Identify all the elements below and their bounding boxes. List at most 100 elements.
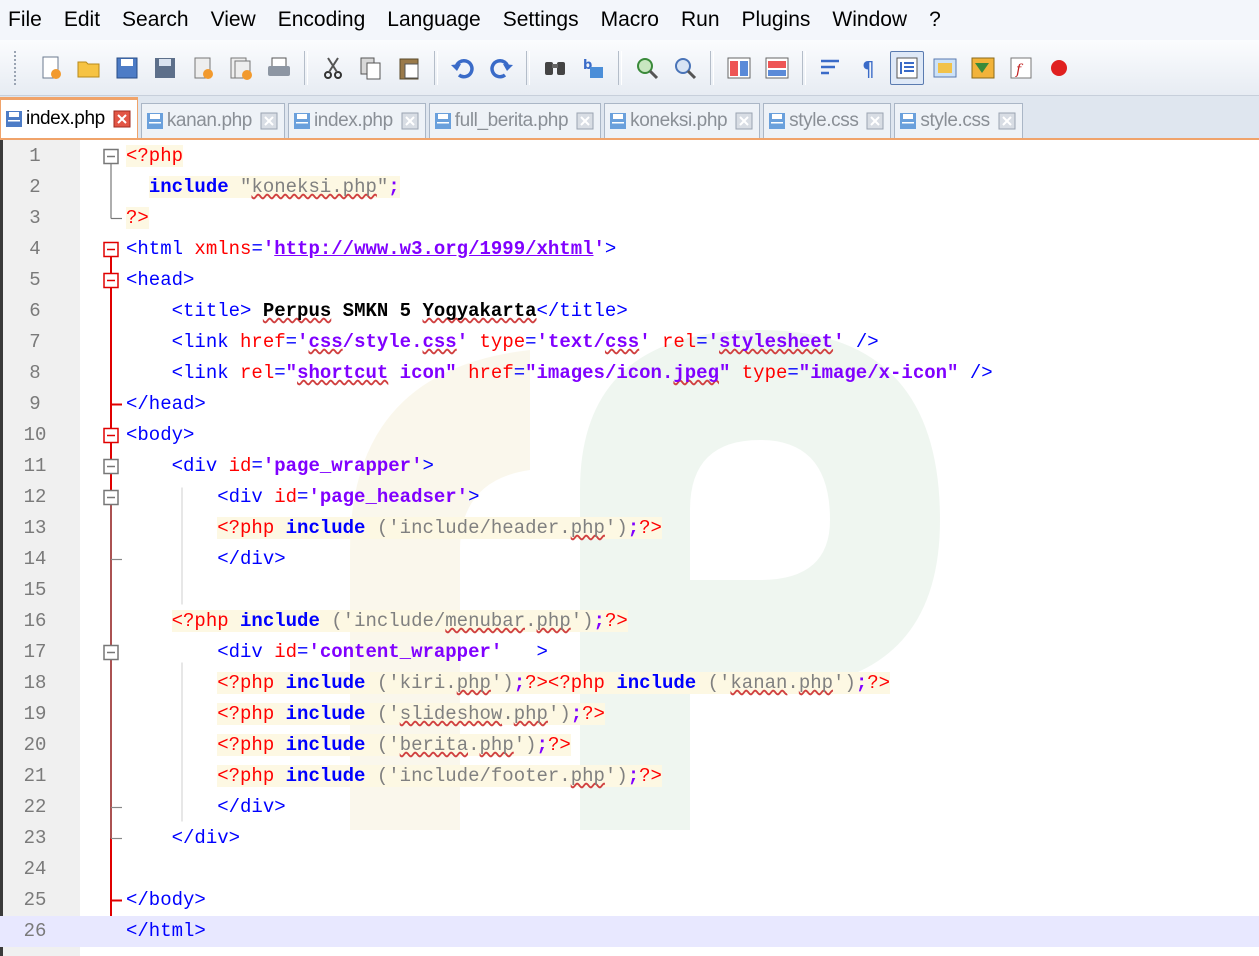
code-line[interactable]: 16 <?php include ('include/menubar.php')… (0, 606, 1259, 637)
undo-button[interactable] (446, 51, 480, 85)
tab-full-berita-php[interactable]: full_berita.php (428, 103, 602, 138)
zoom-out-button[interactable] (668, 51, 702, 85)
tab-kanan-php[interactable]: kanan.php (140, 103, 285, 138)
zoom-in-button[interactable] (630, 51, 664, 85)
code-line[interactable]: 3 ?> (0, 203, 1259, 234)
new-button[interactable] (34, 51, 68, 85)
save-all-button[interactable] (148, 51, 182, 85)
code-token: "image/x-icon" (798, 362, 959, 384)
code-line[interactable]: 4 <html xmlns='http://www.w3.org/1999/xht… (0, 234, 1259, 265)
code-text: <div id='page_wrapper'> (126, 451, 434, 482)
code-line[interactable]: 9 </head> (0, 389, 1259, 420)
menu-file[interactable]: File (0, 0, 54, 40)
save-button[interactable] (110, 51, 144, 85)
menu-run[interactable]: Run (671, 0, 732, 40)
close-tab-icon[interactable] (998, 112, 1016, 130)
close-tab-icon[interactable] (401, 112, 419, 130)
cut-button[interactable] (316, 51, 350, 85)
code-line[interactable]: 7 <link href='css/style.css' type='text/… (0, 327, 1259, 358)
close-tab-icon[interactable] (113, 110, 131, 128)
code-line[interactable]: 2 include "koneksi.php"; (0, 172, 1259, 203)
tab-index-php[interactable]: index.php (0, 97, 138, 138)
menu-window[interactable]: Window (822, 0, 919, 40)
tab-index-php[interactable]: index.php (287, 103, 426, 138)
code-line[interactable]: 1 <?php (0, 141, 1259, 172)
code-line[interactable]: 12 <div id='page_headser'> (0, 482, 1259, 513)
code-token: ' (639, 331, 651, 353)
code-line[interactable]: 22 </div> (0, 792, 1259, 823)
tab-label: style.css (920, 110, 990, 131)
word-wrap-button[interactable] (814, 51, 848, 85)
paste-button[interactable] (392, 51, 426, 85)
define-language-button[interactable] (928, 51, 962, 85)
toolbar-separator (434, 50, 438, 85)
copy-button[interactable] (354, 51, 388, 85)
code-line[interactable]: 15 (0, 575, 1259, 606)
line-number: 10 (23, 424, 47, 446)
document-map-button[interactable] (966, 51, 1000, 85)
code-text: <?php include ('berita.php');?> (126, 730, 571, 761)
code-line[interactable]: 18 <?php include ('kiri.php');?><?php in… (0, 668, 1259, 699)
tab-style-css[interactable]: style.css (763, 103, 892, 138)
close-tab-icon[interactable] (866, 112, 884, 130)
menu-search[interactable]: Search (112, 0, 201, 40)
find-button[interactable] (538, 51, 572, 85)
code-token: <html (126, 238, 195, 260)
code-line[interactable]: 13 <?php include ('include/header.php');… (0, 513, 1259, 544)
code-editor[interactable]: 1 <?php 2 include "koneksi.php"; 3 ?> 4 <html … (0, 140, 1259, 956)
function-list-button[interactable]: f (1004, 51, 1038, 85)
code-line[interactable]: 23 </div> (0, 823, 1259, 854)
code-line[interactable]: 25 </body> (0, 885, 1259, 916)
save-icon (116, 57, 138, 78)
close-tab-icon[interactable] (576, 112, 594, 130)
menu-help[interactable]: ? (919, 0, 953, 40)
show-all-chars-button[interactable]: ¶ (852, 51, 886, 85)
toolbar-grip[interactable] (14, 50, 22, 85)
code-line[interactable]: 26 </html> (0, 916, 1259, 947)
code-line[interactable]: 19 <?php include ('slideshow.php');?> (0, 699, 1259, 730)
code-line[interactable]: 6 <title> Perpus SMKN 5 Yogyakarta</titl… (0, 296, 1259, 327)
code-token: shortcut (297, 362, 389, 384)
menu-settings[interactable]: Settings (493, 0, 591, 40)
open-button[interactable] (72, 51, 106, 85)
close-button[interactable] (186, 51, 220, 85)
code-token: </body> (126, 889, 206, 911)
line-number: 13 (23, 517, 47, 539)
tab-koneksi-php[interactable]: koneksi.php (604, 103, 761, 138)
code-line[interactable]: 10 <body> (0, 420, 1259, 451)
code-line[interactable]: 17 <div id='content_wrapper' > (0, 637, 1259, 668)
code-text: </div> (126, 823, 240, 854)
menu-edit[interactable]: Edit (54, 0, 112, 40)
code-line[interactable]: 20 <?php include ('berita.php');?> (0, 730, 1259, 761)
record-macro-button[interactable] (1042, 51, 1076, 85)
code-line[interactable]: 11 <div id='page_wrapper'> (0, 451, 1259, 482)
close-tab-icon[interactable] (260, 112, 278, 130)
code-line[interactable]: 24 (0, 854, 1259, 885)
menu-macro[interactable]: Macro (591, 0, 671, 40)
close-tab-icon[interactable] (735, 112, 753, 130)
redo-button[interactable] (484, 51, 518, 85)
code-line[interactable]: 21 <?php include ('include/footer.php');… (0, 761, 1259, 792)
tab-style-css[interactable]: style.css (894, 103, 1023, 138)
sync-vertical-button[interactable] (722, 51, 756, 85)
menu-language[interactable]: Language (377, 0, 492, 40)
code-line[interactable]: 5 <head> (0, 265, 1259, 296)
code-line[interactable]: 14 </div> (0, 544, 1259, 575)
code-token: include (240, 610, 320, 632)
sync-horizontal-button[interactable] (760, 51, 794, 85)
replace-button[interactable]: b (576, 51, 610, 85)
menu-view[interactable]: View (201, 0, 268, 40)
code-token: ('include/footer. (365, 765, 571, 787)
code-token: ?> (126, 207, 149, 229)
indent-guide-button[interactable] (890, 50, 924, 85)
close-all-button[interactable] (224, 51, 258, 85)
code-token: ') (547, 703, 571, 725)
code-token: <?php (217, 517, 275, 539)
menu-plugins[interactable]: Plugins (732, 0, 823, 40)
tab-bar: index.php kanan.php index.php full_berita.p… (0, 96, 1259, 140)
code-line[interactable]: 8 <link rel="shortcut icon" href="images… (0, 358, 1259, 389)
print-button[interactable] (262, 51, 296, 85)
menu-encoding[interactable]: Encoding (268, 0, 378, 40)
code-token: <div (171, 455, 229, 477)
